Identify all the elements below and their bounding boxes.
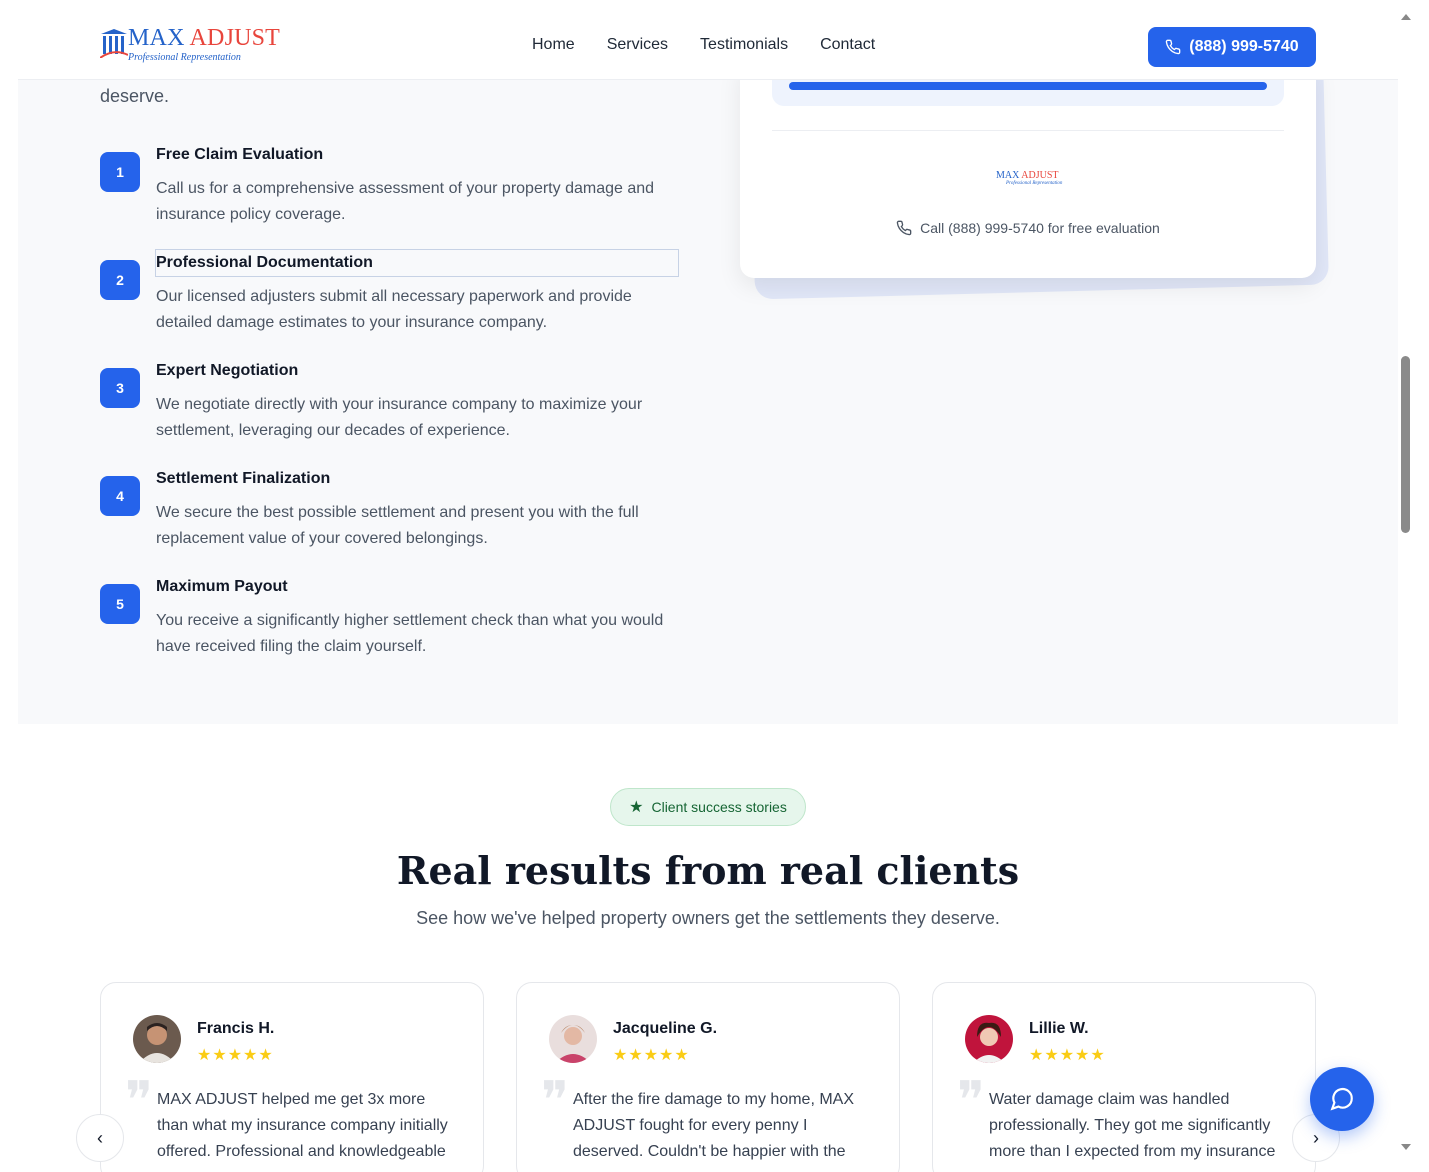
pillars-icon [100,29,128,58]
testimonial-name: Jacqueline G. [613,1020,718,1037]
star-icon: ★ [629,799,644,816]
step-title: Maximum Payout [156,578,288,595]
testimonial-card: Francis H. ★★★★★ ❞ MAX ADJUST helped me … [100,982,484,1172]
step-description: Call us for a comprehensive assessment o… [156,180,655,223]
testimonial-quote: MAX ADJUST helped me get 3x more than wh… [157,1091,448,1160]
step-title: Free Claim Evaluation [156,146,324,163]
rating-stars: ★★★★★ [613,1047,690,1064]
scroll-up-icon[interactable] [1401,14,1411,20]
step-description: You receive a significantly higher settl… [156,612,664,655]
step-title: Expert Negotiation [156,362,299,379]
scroll-down-icon[interactable] [1401,1144,1411,1150]
progress-bar [789,82,1267,90]
chevron-left-icon: ‹ [97,1127,103,1148]
card-logo: MAX ADJUST Professional Representation [996,170,1063,186]
rating-stars: ★★★★★ [1029,1047,1106,1064]
testimonial-quote: Water damage claim was handled professio… [989,1091,1276,1160]
step-description: We negotiate directly with your insuranc… [156,396,643,439]
divider [772,130,1284,131]
nav-home[interactable]: Home [532,36,575,54]
chat-bubble-icon [1330,1087,1353,1111]
step-description: We secure the best possible settlement a… [156,504,639,547]
page: MAX ADJUST Professional Representation H… [0,0,1429,1172]
logo-tagline: Professional Representation [128,52,241,63]
testimonial-card: Lillie W. ★★★★★ ❞ Water damage claim was… [932,982,1316,1172]
scrollbar[interactable] [1398,0,1414,1172]
step-description: Our licensed adjusters submit all necess… [156,288,632,331]
site-header: MAX ADJUST Professional Representation H… [18,0,1398,80]
avatar [133,1015,181,1063]
testimonial-name: Lillie W. [1029,1020,1089,1037]
quote-icon: ❞ [957,1071,985,1131]
logo-name: MAX ADJUST [128,25,281,51]
step-number: 2 [100,260,140,300]
badge-label: Client success stories [651,799,787,815]
testimonial-quote: After the fire damage to my home, MAX AD… [573,1091,855,1160]
step-number: 4 [100,476,140,516]
nav-contact[interactable]: Contact [820,36,875,54]
nav-services[interactable]: Services [607,36,668,54]
section-subhead: See how we've helped property owners get… [416,908,1000,928]
evaluation-card: MAX ADJUST Professional Representation C… [740,60,1316,278]
card-call-text[interactable]: Call (888) 999-5740 for free evaluation [740,220,1316,236]
carousel-prev-button[interactable]: ‹ [76,1114,124,1162]
phone-icon [1166,39,1181,55]
scrollbar-thumb[interactable] [1401,356,1410,533]
call-button[interactable]: (888) 999-5740 [1148,27,1316,67]
section-headline: Real results from real clients [396,848,1020,893]
chat-button[interactable] [1310,1067,1374,1131]
chevron-right-icon: › [1313,1127,1319,1148]
testimonial-name: Francis H. [197,1020,275,1037]
testimonial-card: Jacqueline G. ★★★★★ ❞ After the fire dam… [516,982,900,1172]
step-number: 3 [100,368,140,408]
rating-stars: ★★★★★ [197,1047,274,1064]
logo[interactable]: MAX ADJUST Professional Representation [100,24,280,66]
avatar [549,1015,597,1063]
main-nav: Home Services Testimonials Contact [532,36,875,54]
step-title: Settlement Finalization [156,470,331,487]
step-number: 1 [100,152,140,192]
process-intro-tail: deserve. [100,86,170,106]
nav-testimonials[interactable]: Testimonials [700,36,788,54]
call-button-label: (888) 999-5740 [1189,38,1299,55]
avatar [965,1015,1013,1063]
card-call-label: Call (888) 999-5740 for free evaluation [920,220,1160,236]
step-title: Professional Documentation [155,249,679,277]
step-number: 5 [100,584,140,624]
quote-icon: ❞ [541,1071,569,1131]
success-stories-badge: ★ Client success stories [610,788,806,826]
phone-icon [896,220,912,236]
quote-icon: ❞ [125,1071,153,1131]
